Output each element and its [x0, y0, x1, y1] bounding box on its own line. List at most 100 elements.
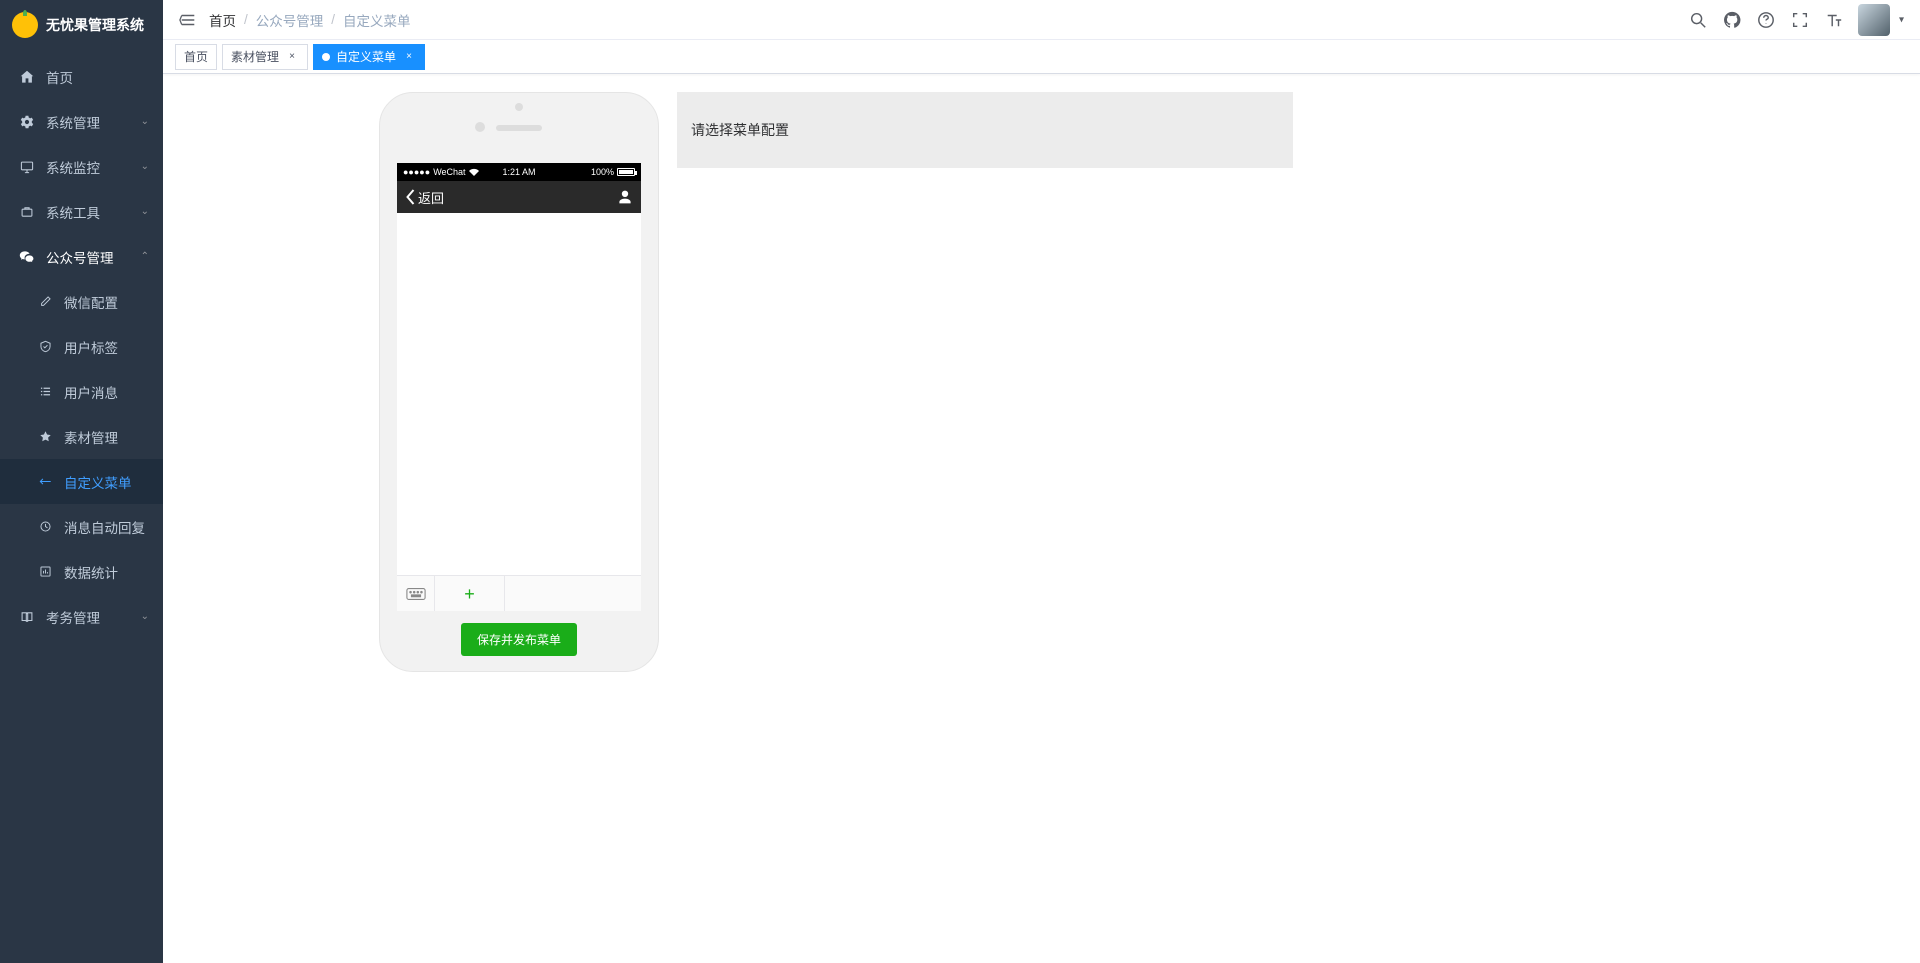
- battery-icon: [617, 168, 635, 176]
- tags-view: 首页 素材管理 × 自定义菜单 ×: [163, 40, 1920, 74]
- sidebar-item-label: 系统监控: [46, 157, 100, 177]
- sidebar-item-label: 系统工具: [46, 202, 100, 222]
- sidebar-item-user-tag[interactable]: 用户标签: [0, 324, 163, 369]
- tab-home[interactable]: 首页: [175, 44, 217, 70]
- logo[interactable]: 无忧果管理系统: [0, 0, 163, 50]
- sidebar-item-label: 数据统计: [64, 562, 118, 582]
- navbar-right: [1688, 4, 1904, 36]
- wifi-icon: [469, 168, 479, 176]
- carrier-label: WeChat: [433, 167, 465, 177]
- phone-actions: 保存并发布菜单: [397, 623, 641, 656]
- breadcrumb-separator: /: [331, 12, 335, 27]
- search-icon[interactable]: [1688, 10, 1708, 30]
- dashboard-icon: [18, 70, 36, 84]
- fullscreen-icon[interactable]: [1790, 10, 1810, 30]
- tool-icon: [18, 205, 36, 219]
- sidebar-item-label: 考务管理: [46, 607, 100, 627]
- github-icon[interactable]: [1722, 10, 1742, 30]
- sidebar-item-label: 用户标签: [64, 337, 118, 357]
- breadcrumb-item: 公众号管理: [256, 10, 324, 30]
- font-size-icon[interactable]: [1824, 10, 1844, 30]
- wechat-icon: [18, 249, 36, 265]
- signal-icon: ●●●●●: [403, 167, 430, 177]
- close-icon[interactable]: ×: [402, 50, 416, 64]
- breadcrumb-item[interactable]: 首页: [209, 10, 236, 30]
- status-bar: ●●●●● WeChat 1:21 AM 100%: [397, 163, 641, 181]
- sidebar-item-label: 公众号管理: [46, 247, 114, 267]
- chevron-down-icon: ⌄: [141, 611, 149, 622]
- sidebar-item-statistics[interactable]: 数据统计: [0, 549, 163, 594]
- chevron-down-icon: ⌄: [141, 116, 149, 127]
- plus-icon: +: [464, 585, 475, 603]
- breadcrumb: 首页 / 公众号管理 / 自定义菜单: [209, 10, 411, 30]
- tab-label: 首页: [184, 48, 208, 65]
- back-button[interactable]: 返回: [405, 188, 444, 207]
- tab-label: 素材管理: [231, 48, 279, 65]
- gauge-icon: [36, 520, 54, 533]
- chevron-down-icon: ⌄: [141, 206, 149, 217]
- sidebar-item-label: 自定义菜单: [64, 472, 132, 492]
- config-panel: 请选择菜单配置: [677, 92, 1293, 168]
- sidebar-item-wechat-mgmt[interactable]: 公众号管理 ⌃: [0, 234, 163, 279]
- chevron-up-icon: ⌃: [141, 251, 149, 262]
- tab-custom-menu[interactable]: 自定义菜单 ×: [313, 44, 425, 70]
- sidebar: 无忧果管理系统 首页 系统管理 ⌄ 系统监控 ⌄: [0, 0, 163, 963]
- sidebar-item-auto-reply[interactable]: 消息自动回复: [0, 504, 163, 549]
- monitor-icon: [18, 160, 36, 174]
- plus-icon: [36, 475, 54, 488]
- sidebar-item-label: 首页: [46, 67, 73, 87]
- app-title: 无忧果管理系统: [46, 15, 144, 35]
- sidebar-item-label: 用户消息: [64, 382, 118, 402]
- user-menu[interactable]: [1858, 4, 1890, 36]
- sidebar-item-label: 微信配置: [64, 292, 118, 312]
- phone-mockup: ●●●●● WeChat 1:21 AM 100%: [379, 92, 659, 672]
- sidebar-item-user-msg[interactable]: 用户消息: [0, 369, 163, 414]
- phone-screen: ●●●●● WeChat 1:21 AM 100%: [397, 163, 641, 611]
- sidebar-item-system-monitor[interactable]: 系统监控 ⌄: [0, 144, 163, 189]
- sidebar-item-system-tool[interactable]: 系统工具 ⌄: [0, 189, 163, 234]
- tab-material[interactable]: 素材管理 ×: [222, 44, 308, 70]
- config-hint: 请选择菜单配置: [677, 92, 1293, 168]
- breadcrumb-item: 自定义菜单: [343, 10, 411, 30]
- help-icon[interactable]: [1756, 10, 1776, 30]
- wechat-title-bar: 返回: [397, 181, 641, 213]
- shield-icon: [36, 340, 54, 353]
- sidebar-item-custom-menu[interactable]: 自定义菜单: [0, 459, 163, 504]
- main-area: 首页 / 公众号管理 / 自定义菜单: [163, 0, 1920, 963]
- breadcrumb-separator: /: [244, 12, 248, 27]
- sidebar-menu: 首页 系统管理 ⌄ 系统监控 ⌄ 系统工具: [0, 50, 163, 963]
- close-icon[interactable]: ×: [285, 50, 299, 64]
- hamburger-toggle[interactable]: [179, 11, 209, 29]
- avatar: [1858, 4, 1890, 36]
- keyboard-toggle[interactable]: [397, 576, 435, 611]
- sidebar-item-system-mgmt[interactable]: 系统管理 ⌄: [0, 99, 163, 144]
- star-icon: [36, 430, 54, 443]
- chevron-down-icon: ⌄: [141, 161, 149, 172]
- navbar: 首页 / 公众号管理 / 自定义菜单: [163, 0, 1920, 40]
- list-icon: [36, 385, 54, 398]
- publish-button[interactable]: 保存并发布菜单: [461, 623, 577, 656]
- sidebar-item-home[interactable]: 首页: [0, 54, 163, 99]
- add-menu-button[interactable]: +: [435, 576, 505, 611]
- person-icon[interactable]: [617, 189, 633, 205]
- sidebar-item-label: 系统管理: [46, 112, 100, 132]
- battery-percent: 100%: [591, 167, 614, 177]
- content: ●●●●● WeChat 1:21 AM 100%: [163, 74, 1920, 963]
- sidebar-item-label: 消息自动回复: [64, 517, 145, 537]
- sidebar-item-label: 素材管理: [64, 427, 118, 447]
- sidebar-item-wx-config[interactable]: 微信配置: [0, 279, 163, 324]
- gear-icon: [18, 115, 36, 129]
- logo-icon: [12, 12, 38, 38]
- sidebar-item-material[interactable]: 素材管理: [0, 414, 163, 459]
- phone-sensor-icon: [475, 122, 485, 132]
- phone-preview-column: ●●●●● WeChat 1:21 AM 100%: [379, 92, 659, 672]
- data-icon: [36, 565, 54, 578]
- tab-label: 自定义菜单: [336, 48, 396, 65]
- wechat-menu-bar: +: [397, 575, 641, 611]
- book-icon: [18, 610, 36, 624]
- sidebar-item-exam-mgmt[interactable]: 考务管理 ⌄: [0, 594, 163, 639]
- sidebar-submenu: 微信配置 用户标签 用户消息: [0, 279, 163, 594]
- edit-icon: [36, 295, 54, 308]
- time-label: 1:21 AM: [502, 167, 535, 177]
- wechat-conversation-area: [397, 213, 641, 575]
